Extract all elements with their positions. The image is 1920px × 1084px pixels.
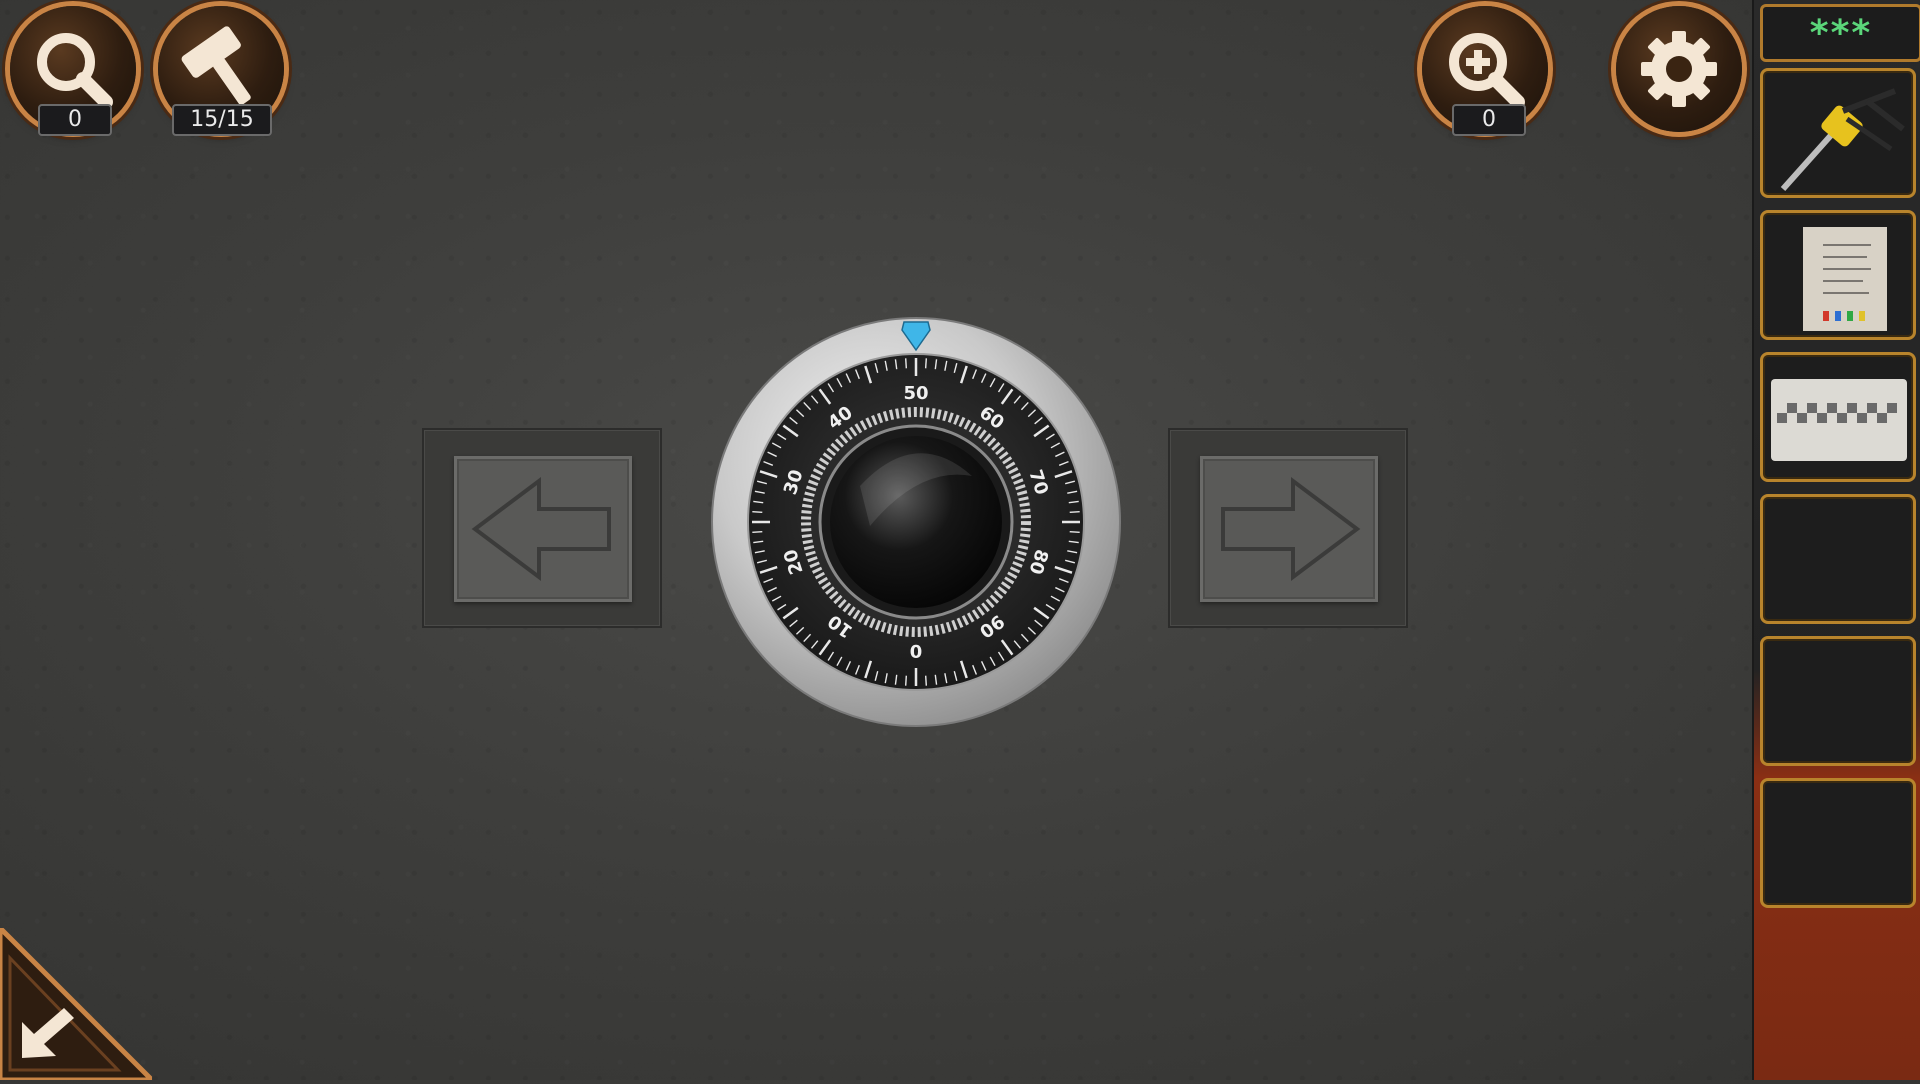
inventory-slot-empty[interactable] — [1760, 778, 1916, 908]
game-scene: 0 15/15 0 0 10 20 30 40 50 60 70 80 90 — [0, 0, 1752, 1080]
back-button[interactable] — [0, 924, 159, 1083]
settings-button[interactable] — [1616, 6, 1742, 132]
arrow-left-icon — [471, 477, 611, 581]
gear-icon — [1641, 31, 1717, 107]
dial-number: 0 — [910, 640, 923, 661]
zoom-counter: 0 — [1452, 104, 1526, 136]
dial-tick — [1069, 511, 1080, 514]
note-paper-icon — [1803, 227, 1887, 331]
pattern-tile-icon — [1771, 379, 1907, 461]
dial-tick — [752, 530, 763, 533]
inventory-slot-tile[interactable] — [1760, 352, 1916, 482]
rotate-right-button[interactable] — [1200, 456, 1378, 602]
rotate-left-button[interactable] — [454, 456, 632, 602]
right-arrow-frame — [1168, 428, 1408, 628]
jackhammer-icon — [1780, 88, 1905, 191]
left-arrow-frame — [422, 428, 662, 628]
inventory-panel: *** — [1752, 0, 1920, 1080]
dial-tick — [924, 675, 927, 686]
dial-tick — [905, 675, 908, 686]
inventory-slot-empty[interactable] — [1760, 494, 1916, 624]
hint-counter: 0 — [38, 104, 112, 136]
dial-tick — [752, 511, 763, 514]
inventory-slot-note[interactable] — [1760, 210, 1916, 340]
dial-tick — [905, 358, 908, 369]
inventory-header: *** — [1760, 4, 1920, 62]
arrow-down-left-icon — [0, 924, 159, 1083]
inventory-slot-jackhammer[interactable] — [1760, 68, 1916, 198]
dial-tick — [924, 358, 927, 369]
combination-dial[interactable]: 0 10 20 30 40 50 60 70 80 90 — [710, 316, 1122, 728]
hammer-counter: 15/15 — [172, 104, 272, 136]
dial-number: 50 — [903, 383, 928, 404]
inventory-slot-empty[interactable] — [1760, 636, 1916, 766]
dial-graphic: 0102030405060708090 — [711, 317, 1121, 727]
dial-tick — [1069, 530, 1080, 533]
arrow-right-icon — [1221, 477, 1361, 581]
